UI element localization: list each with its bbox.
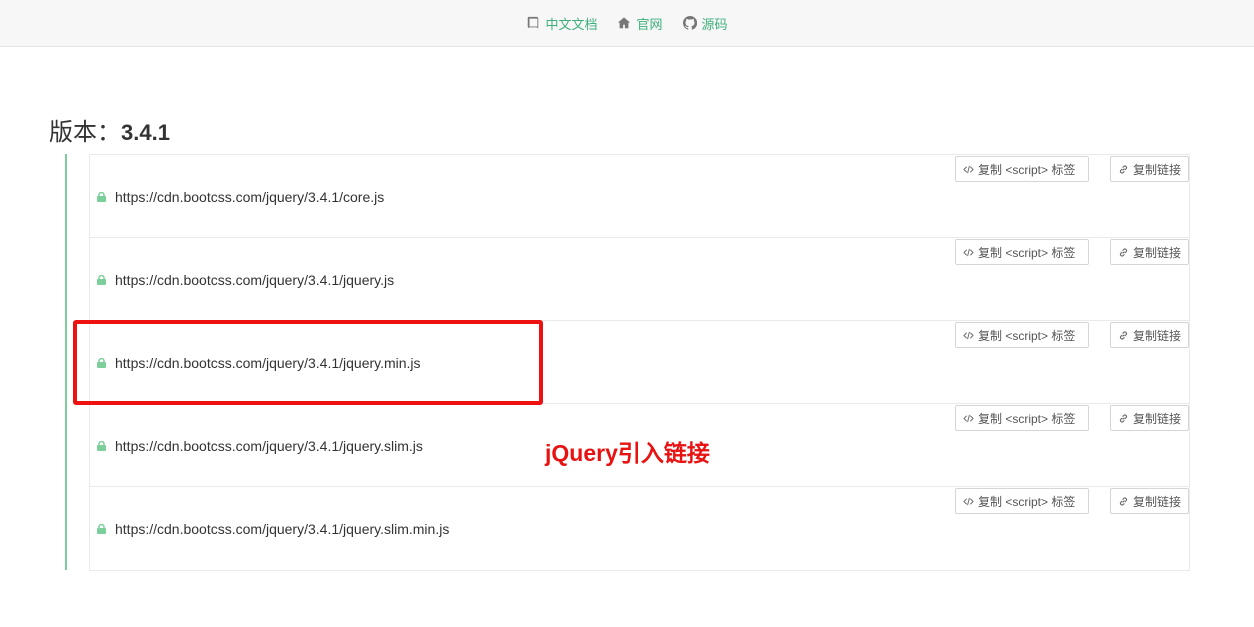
version-prefix: 版本：: [49, 119, 121, 146]
nav-label-home: 官网: [636, 16, 663, 32]
link-icon: [1119, 330, 1128, 340]
timeline-line: [65, 154, 67, 570]
book-icon: [528, 16, 539, 29]
link-icon: [1119, 164, 1128, 174]
copy-script-tag-button[interactable]: 复制 <script> 标签: [955, 156, 1089, 182]
file-url[interactable]: https://cdn.bootcss.com/jquery/3.4.1/jqu…: [115, 521, 449, 537]
file-url[interactable]: https://cdn.bootcss.com/jquery/3.4.1/cor…: [115, 189, 384, 205]
file-row: https://cdn.bootcss.com/jquery/3.4.1/cor…: [90, 155, 1189, 238]
nav-link-docs[interactable]: 中文文档: [526, 14, 597, 33]
copy-link-button[interactable]: 复制链接: [1110, 156, 1189, 182]
copy-link-label: 复制链接: [1132, 245, 1181, 260]
copy-script-tag-label: 复制 <script> 标签: [978, 411, 1076, 426]
lock-icon: [97, 275, 106, 285]
file-url[interactable]: https://cdn.bootcss.com/jquery/3.4.1/jqu…: [115, 272, 394, 288]
top-nav: 中文文档 官网 源码: [0, 0, 1254, 47]
copy-link-label: 复制链接: [1132, 162, 1181, 177]
code-icon: [963, 165, 974, 173]
copy-link-button[interactable]: 复制链接: [1110, 239, 1189, 265]
nav-link-home[interactable]: 官网: [617, 14, 663, 33]
file-row: https://cdn.bootcss.com/jquery/3.4.1/jqu…: [90, 487, 1189, 569]
copy-link-label: 复制链接: [1132, 411, 1181, 426]
lock-icon: [97, 524, 106, 534]
annotation-text: jQuery引入链接: [545, 440, 710, 466]
github-icon: [682, 16, 697, 30]
file-row: https://cdn.bootcss.com/jquery/3.4.1/jqu…: [90, 238, 1189, 321]
nav-label-source: 源码: [701, 16, 728, 32]
link-icon: [1119, 247, 1128, 257]
lock-icon: [97, 192, 106, 202]
copy-script-tag-button[interactable]: 复制 <script> 标签: [955, 405, 1089, 431]
lock-icon: [97, 441, 106, 451]
copy-script-tag-button[interactable]: 复制 <script> 标签: [955, 488, 1089, 514]
file-url[interactable]: https://cdn.bootcss.com/jquery/3.4.1/jqu…: [115, 355, 421, 371]
home-icon: [618, 17, 631, 29]
copy-link-label: 复制链接: [1132, 328, 1181, 343]
nav-label-docs: 中文文档: [545, 16, 598, 32]
copy-link-button[interactable]: 复制链接: [1110, 488, 1189, 514]
copy-script-tag-button[interactable]: 复制 <script> 标签: [955, 239, 1089, 265]
copy-script-tag-button[interactable]: 复制 <script> 标签: [955, 322, 1089, 348]
file-list: https://cdn.bootcss.com/jquery/3.4.1/cor…: [89, 154, 1190, 571]
copy-script-tag-label: 复制 <script> 标签: [978, 494, 1076, 509]
lock-icon: [97, 358, 106, 368]
copy-link-label: 复制链接: [1132, 494, 1181, 509]
version-number: 3.4.1: [121, 120, 170, 145]
file-row: https://cdn.bootcss.com/jquery/3.4.1/jqu…: [90, 321, 1189, 404]
code-icon: [963, 248, 974, 256]
copy-link-button[interactable]: 复制链接: [1110, 405, 1189, 431]
code-icon: [963, 497, 974, 505]
copy-script-tag-label: 复制 <script> 标签: [978, 328, 1076, 343]
link-icon: [1119, 496, 1128, 506]
copy-link-button[interactable]: 复制链接: [1110, 322, 1189, 348]
code-icon: [963, 414, 974, 422]
link-icon: [1119, 413, 1128, 423]
nav-link-source[interactable]: 源码: [682, 14, 728, 33]
code-icon: [963, 331, 974, 339]
copy-script-tag-label: 复制 <script> 标签: [978, 245, 1076, 260]
file-url[interactable]: https://cdn.bootcss.com/jquery/3.4.1/jqu…: [115, 438, 423, 454]
copy-script-tag-label: 复制 <script> 标签: [978, 162, 1076, 177]
version-heading: 版本：3.4.1: [49, 116, 170, 150]
